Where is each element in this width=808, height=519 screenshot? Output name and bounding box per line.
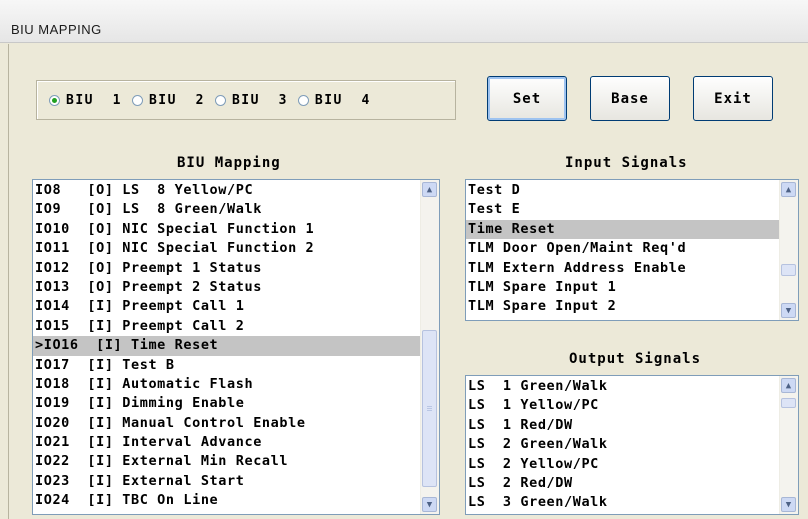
output-signal-item[interactable]: LS 2 Green/Walk (466, 435, 780, 454)
biu-mapping-list[interactable]: IO8 [O] LS 8 Yellow/PC IO9 [O] LS 8 Green… (32, 179, 440, 515)
scroll-down-button[interactable]: ▼ (422, 497, 437, 512)
base-button[interactable]: Base (590, 76, 670, 121)
output-signal-item[interactable]: LS 1 Red/DW (466, 416, 780, 435)
input-signal-item[interactable]: Test E (466, 200, 780, 219)
output-signal-item[interactable]: LS 1 Green/Walk (466, 377, 780, 396)
biu-2-label: BIU 2 (148, 92, 205, 108)
title-bar: BIU MAPPING (0, 0, 808, 43)
biu-mapping-item[interactable]: >IO16 [I] Time Reset (33, 336, 421, 356)
radio-unchecked-icon (214, 94, 226, 106)
scroll-down-button[interactable]: ▼ (781, 303, 796, 318)
biu-mapping-scrollbar[interactable]: ▲ ▼ (420, 180, 439, 514)
output-signal-item[interactable]: LS 3 Green/Walk (466, 493, 780, 512)
biu-mapping-items: IO8 [O] LS 8 Yellow/PC IO9 [O] LS 8 Green… (33, 180, 421, 514)
input-signal-item[interactable]: Test D (466, 181, 780, 200)
biu-2-radio[interactable]: BIU 2 (131, 92, 205, 108)
biu-mapping-item[interactable]: IO15 [I] Preempt Call 2 (33, 317, 421, 336)
radio-checked-icon (49, 94, 60, 106)
chevron-up-icon: ▲ (785, 184, 792, 195)
chevron-up-icon: ▲ (426, 184, 433, 195)
radio-unchecked-icon (297, 94, 309, 106)
scroll-up-button[interactable]: ▲ (781, 182, 796, 197)
output-signal-item[interactable]: LS 2 Yellow/PC (466, 455, 780, 474)
output-signal-item[interactable]: LS 1 Yellow/PC (466, 396, 780, 415)
biu-mapping-item[interactable]: IO9 [O] LS 8 Green/Walk (33, 200, 421, 219)
grip-icon (427, 405, 432, 411)
biu-radio-group: BIU 1 BIU 2 BIU 3 BIU 4 (36, 80, 456, 120)
scroll-thumb[interactable] (781, 398, 796, 408)
input-signal-item[interactable]: TLM Spare Input 2 (466, 297, 780, 316)
exit-button[interactable]: Exit (693, 76, 773, 121)
scroll-down-button[interactable]: ▼ (781, 497, 796, 512)
input-signal-item[interactable]: TLM Door Open/Maint Req'd (466, 239, 780, 258)
radio-unchecked-icon (131, 94, 143, 106)
chevron-up-icon: ▲ (785, 380, 792, 391)
scroll-up-button[interactable]: ▲ (781, 378, 796, 393)
biu-mapping-item[interactable]: IO18 [I] Automatic Flash (33, 375, 421, 394)
biu-mapping-item[interactable]: IO13 [O] Preempt 2 Status (33, 278, 421, 297)
input-signals-list[interactable]: Test D Test E Time Reset TLM Door Open/Main… (465, 179, 799, 321)
biu-mapping-item[interactable]: IO11 [O] NIC Special Function 2 (33, 239, 421, 258)
biu-mapping-item[interactable]: IO17 [I] Test B (33, 356, 421, 375)
biu-4-label: BIU 4 (314, 92, 371, 108)
set-button[interactable]: Set (487, 76, 567, 121)
input-signals-title: Input Signals (565, 155, 688, 171)
input-signals-scrollbar[interactable]: ▲ ▼ (779, 180, 798, 320)
biu-3-label: BIU 3 (231, 92, 288, 108)
output-signals-scrollbar[interactable]: ▲ ▼ (779, 376, 798, 514)
output-signal-item[interactable]: LS 2 Red/DW (466, 474, 780, 493)
biu-1-radio[interactable]: BIU 1 (49, 93, 122, 108)
biu-mapping-item[interactable]: IO23 [I] External Start (33, 472, 421, 491)
biu-mapping-item[interactable]: IO12 [O] Preempt 1 Status (33, 259, 421, 278)
scroll-up-button[interactable]: ▲ (422, 182, 437, 197)
biu-mapping-item[interactable]: IO8 [O] LS 8 Yellow/PC (33, 181, 421, 200)
biu-mapping-item[interactable]: IO19 [I] Dimming Enable (33, 394, 421, 413)
biu-4-radio[interactable]: BIU 4 (297, 92, 371, 108)
output-signals-title: Output Signals (569, 351, 702, 367)
biu-1-label: BIU 1 (66, 92, 122, 108)
scroll-thumb[interactable] (422, 330, 437, 487)
output-signals-list[interactable]: LS 1 Green/Walk LS 1 Yellow/PC LS 1 Red/DW… (465, 375, 799, 515)
chevron-down-icon: ▼ (426, 499, 433, 510)
window-title: BIU MAPPING (11, 22, 102, 37)
biu-mapping-title: BIU Mapping (177, 155, 281, 171)
biu-3-radio[interactable]: BIU 3 (214, 92, 288, 108)
input-signal-item[interactable]: TLM Spare Input 1 (466, 278, 780, 297)
scroll-thumb[interactable] (781, 264, 796, 276)
biu-mapping-item[interactable]: IO10 [O] NIC Special Function 1 (33, 220, 421, 239)
biu-mapping-item[interactable]: IO21 [I] Interval Advance (33, 433, 421, 452)
biu-mapping-item[interactable]: IO24 [I] TBC On Line (33, 491, 421, 510)
input-signal-item[interactable]: Time Reset (466, 219, 780, 240)
output-signals-items: LS 1 Green/Walk LS 1 Yellow/PC LS 1 Red/DW… (466, 376, 780, 514)
chevron-down-icon: ▼ (785, 499, 792, 510)
biu-mapping-item[interactable]: IO22 [I] External Min Recall (33, 452, 421, 471)
biu-mapping-item[interactable]: IO14 [I] Preempt Call 1 (33, 297, 421, 316)
chevron-down-icon: ▼ (785, 305, 792, 316)
input-signals-items: Test D Test E Time Reset TLM Door Open/Main… (466, 180, 780, 320)
biu-mapping-item[interactable]: IO20 [I] Manual Control Enable (33, 414, 421, 433)
input-signal-item[interactable]: TLM Extern Address Enable (466, 259, 780, 278)
